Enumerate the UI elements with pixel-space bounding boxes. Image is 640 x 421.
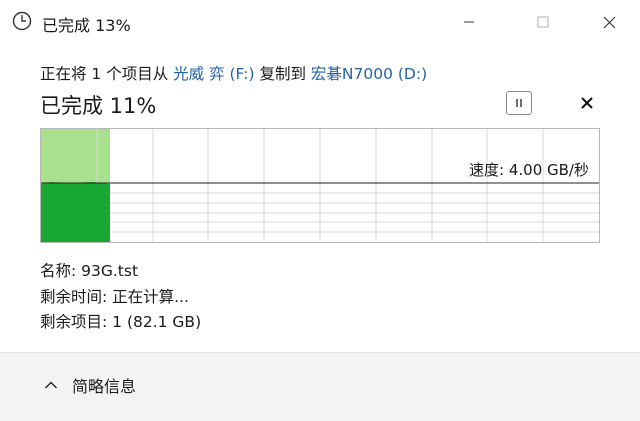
copy-progress-dialog: 已完成 13% 正在将 1 个项目从 光威 弈 (F:) 复制到 宏碁N7000…	[0, 0, 640, 421]
cancel-button[interactable]	[577, 93, 597, 113]
clock-icon	[12, 11, 32, 31]
close-icon	[603, 16, 615, 28]
time-remaining: 剩余时间: 正在计算...	[40, 288, 189, 306]
title-bar: 已完成 13%	[0, 0, 640, 44]
speed-area	[41, 182, 110, 242]
speed-label: 速度: 4.00 GB/秒	[469, 161, 589, 179]
dialog-footer: 简略信息	[0, 352, 640, 421]
copy-description: 正在将 1 个项目从 光威 弈 (F:) 复制到 宏碁N7000 (D:)	[40, 62, 427, 84]
source-drive-link[interactable]: 光威 弈 (F:)	[173, 65, 254, 83]
pause-button[interactable]	[506, 91, 532, 115]
maximize-icon	[537, 16, 549, 28]
transfer-speed-chart: 速度: 4.00 GB/秒	[40, 128, 600, 243]
items-remaining: 剩余项目: 1 (82.1 GB)	[40, 313, 202, 331]
close-icon	[581, 97, 593, 109]
fewer-details-label: 简略信息	[72, 377, 137, 396]
minimize-icon	[464, 21, 474, 23]
chevron-up-icon	[44, 380, 58, 390]
maximize-button[interactable]	[520, 6, 566, 38]
copy-middle: 复制到	[254, 65, 311, 83]
progress-heading: 已完成 11%	[40, 94, 157, 118]
destination-drive-link[interactable]: 宏碁N7000 (D:)	[311, 65, 427, 83]
close-window-button[interactable]	[586, 6, 632, 38]
pause-icon	[516, 99, 522, 107]
minimize-button[interactable]	[446, 6, 492, 38]
window-title: 已完成 13%	[42, 16, 131, 35]
copy-prefix: 正在将 1 个项目从	[40, 65, 174, 83]
speed-graph	[41, 129, 599, 242]
file-name: 名称: 93G.tst	[40, 262, 139, 280]
fewer-details-toggle[interactable]: 简略信息	[44, 373, 136, 397]
